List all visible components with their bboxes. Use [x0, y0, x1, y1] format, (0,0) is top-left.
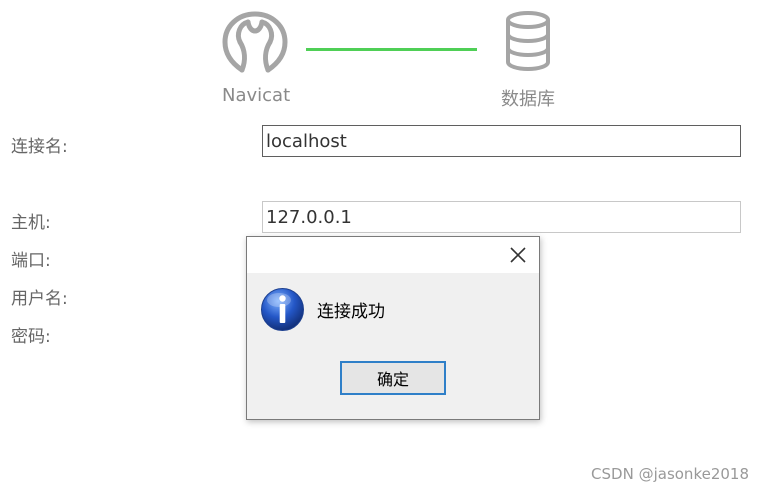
database-icon	[506, 11, 550, 71]
connection-name-label: 连接名:	[11, 137, 68, 157]
ok-button[interactable]: 确定	[340, 361, 446, 395]
password-label: 密码:	[11, 327, 51, 347]
info-icon	[261, 288, 304, 331]
dialog-titlebar	[247, 237, 539, 273]
database-caption: 数据库	[501, 89, 555, 110]
navicat-logo-icon	[222, 11, 288, 73]
host-input[interactable]	[262, 201, 741, 233]
navicat-caption: Navicat	[222, 85, 291, 106]
dialog-message: 连接成功	[317, 302, 385, 322]
port-label: 端口:	[11, 251, 51, 271]
watermark-text: CSDN @jasonke2018	[591, 465, 749, 483]
connection-name-input[interactable]	[262, 125, 741, 157]
message-dialog: 连接成功 确定	[246, 236, 540, 420]
host-label: 主机:	[11, 213, 51, 233]
progress-connector-line	[306, 48, 477, 51]
username-label: 用户名:	[11, 289, 68, 309]
close-icon[interactable]	[507, 244, 529, 266]
